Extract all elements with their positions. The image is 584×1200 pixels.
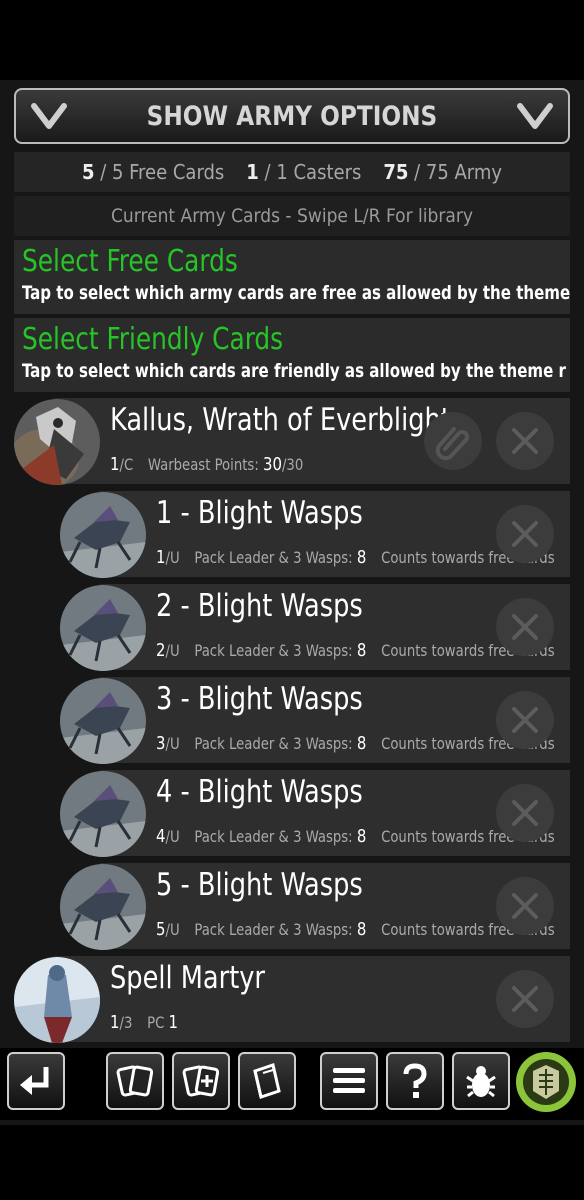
- select-free-cards-desc: Tap to select which army cards are free …: [22, 282, 570, 304]
- card-row-blight-wasps-5[interactable]: 5 - Blight Wasps 5/U Pack Leader & 3 Wasp…: [60, 863, 570, 950]
- card-row-blight-wasps-3[interactable]: 3 - Blight Wasps 3/U Pack Leader & 3 Wasp…: [60, 677, 570, 764]
- close-icon: [512, 800, 538, 826]
- card-title: 4 - Blight Wasps: [156, 774, 363, 810]
- card-meta: 4/U Pack Leader & 3 Wasps: 8 Counts toward…: [156, 826, 555, 847]
- unit-portrait: [60, 864, 146, 950]
- close-icon: [512, 893, 538, 919]
- report-bug-button[interactable]: [452, 1052, 510, 1110]
- close-icon: [512, 707, 538, 733]
- card-row-blight-wasps-2[interactable]: 2 - Blight Wasps 2/U Pack Leader & 3 Wasp…: [60, 584, 570, 671]
- remove-card-button[interactable]: [496, 970, 554, 1028]
- help-button[interactable]: [386, 1052, 444, 1110]
- faction-logo-icon: [523, 1059, 569, 1105]
- remove-card-button[interactable]: [496, 505, 554, 563]
- remove-card-button[interactable]: [496, 691, 554, 749]
- bug-icon: [466, 1066, 496, 1098]
- card-meta: 1/U Pack Leader & 3 Wasps: 8 Counts toward…: [156, 547, 555, 568]
- remove-card-button[interactable]: [496, 784, 554, 842]
- show-army-options-button[interactable]: SHOW ARMY OPTIONS: [14, 88, 570, 144]
- cards-icon: [116, 1065, 154, 1097]
- paperclip-icon[interactable]: [424, 412, 482, 470]
- unit-portrait: [60, 492, 146, 578]
- bottom-toolbar: [0, 1048, 584, 1120]
- card-title: Spell Martyr: [110, 960, 265, 996]
- select-free-cards-title: Select Free Cards: [22, 244, 238, 279]
- back-arrow-icon: [20, 1067, 49, 1095]
- close-icon: [512, 521, 538, 547]
- chevron-down-icon: [31, 103, 67, 129]
- chevron-down-icon: [517, 103, 553, 129]
- card-row-blight-wasps-4[interactable]: 4 - Blight Wasps 4/U Pack Leader & 3 Wasp…: [60, 770, 570, 857]
- card-meta: 1/3 PC 1: [110, 1012, 179, 1033]
- close-icon: [512, 614, 538, 640]
- close-icon: [512, 986, 538, 1012]
- add-card-button[interactable]: [172, 1052, 230, 1110]
- remove-card-button[interactable]: [496, 598, 554, 656]
- casters-stat: 1 / 1 Casters: [246, 160, 362, 184]
- select-friendly-cards-title: Select Friendly Cards: [22, 322, 284, 357]
- army-points-stat: 75 / 75 Army: [383, 160, 503, 184]
- help-icon: [403, 1063, 427, 1098]
- card-meta: 5/U Pack Leader & 3 Wasps: 8 Counts toward…: [156, 919, 555, 940]
- menu-icon: [333, 1068, 365, 1093]
- library-button[interactable]: [238, 1052, 296, 1110]
- cards-button[interactable]: [106, 1052, 164, 1110]
- solo-portrait: [14, 957, 100, 1043]
- card-title: 3 - Blight Wasps: [156, 681, 363, 717]
- unit-portrait: [60, 585, 146, 671]
- remove-card-button[interactable]: [496, 877, 554, 935]
- card-title: 5 - Blight Wasps: [156, 867, 363, 903]
- warlock-portrait: [14, 399, 100, 485]
- faction-button[interactable]: [516, 1052, 576, 1112]
- card-meta: 2/U Pack Leader & 3 Wasps: 8 Counts toward…: [156, 640, 555, 661]
- card-title: 2 - Blight Wasps: [156, 588, 363, 624]
- card-row-kallus[interactable]: Kallus, Wrath of Everblight 1/C Warbeast …: [14, 398, 570, 485]
- free-cards-stat: 5 / 5 Free Cards: [81, 160, 225, 184]
- card-meta: 3/U Pack Leader & 3 Wasps: 8 Counts toward…: [156, 733, 555, 754]
- card-row-blight-wasps-1[interactable]: 1 - Blight Wasps 1/U Pack Leader & 3 Wasp…: [60, 491, 570, 578]
- card-title: Kallus, Wrath of Everblight: [110, 402, 451, 438]
- back-button[interactable]: [7, 1052, 65, 1110]
- menu-button[interactable]: [320, 1052, 378, 1110]
- army-builder-screen: SHOW ARMY OPTIONS 5 / 5 Free Cards 1 / 1…: [0, 80, 584, 1125]
- select-friendly-cards-desc: Tap to select which cards are friendly a…: [22, 360, 566, 382]
- current-army-subheader: Current Army Cards - Swipe L/R For libra…: [14, 196, 570, 236]
- card-meta: 1/C Warbeast Points: 30/30: [110, 454, 304, 475]
- remove-card-button[interactable]: [496, 412, 554, 470]
- army-stats-bar: 5 / 5 Free Cards 1 / 1 Casters 75 / 75 A…: [14, 152, 570, 192]
- card-row-spell-martyr[interactable]: Spell Martyr 1/3 PC 1: [14, 956, 570, 1043]
- select-free-cards-row[interactable]: Select Free Cards Tap to select which ar…: [14, 240, 570, 314]
- add-card-icon: [182, 1065, 220, 1097]
- unit-portrait: [60, 771, 146, 857]
- select-friendly-cards-row[interactable]: Select Friendly Cards Tap to select whic…: [14, 318, 570, 392]
- unit-portrait: [60, 678, 146, 764]
- book-icon: [253, 1063, 281, 1099]
- card-title: 1 - Blight Wasps: [156, 495, 363, 531]
- close-icon: [512, 428, 538, 454]
- army-options-label: SHOW ARMY OPTIONS: [146, 100, 438, 132]
